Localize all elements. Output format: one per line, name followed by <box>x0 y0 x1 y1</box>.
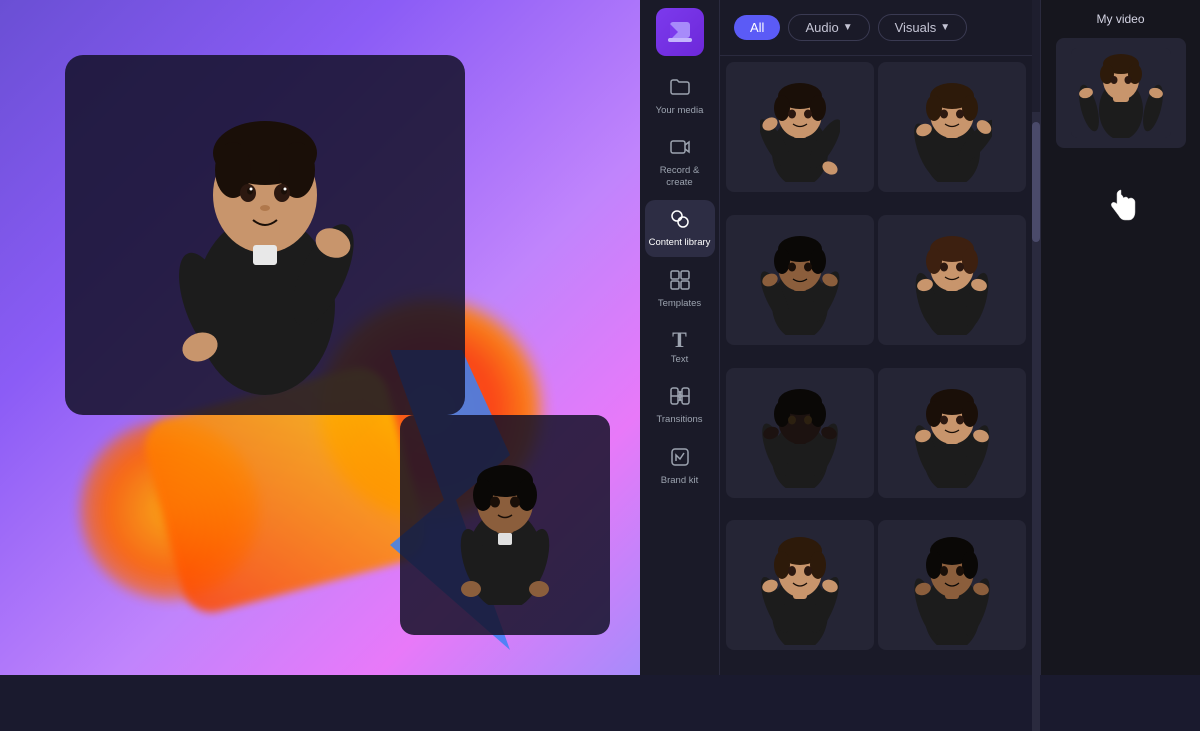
sidebar-item-transitions[interactable]: Transitions <box>645 377 715 433</box>
folder-icon <box>669 76 691 102</box>
record-create-label: Record &create <box>660 165 700 188</box>
small-avatar <box>455 445 555 605</box>
right-panel: Your media Record &create Content librar… <box>640 0 1200 675</box>
my-video-panel: My video <box>1040 0 1200 675</box>
avatar-figure-8 <box>912 525 992 645</box>
text-label: Text <box>671 354 688 365</box>
chevron-down-icon: ▼ <box>843 22 853 33</box>
text-icon: T <box>672 329 687 351</box>
video-thumb-avatar <box>1071 48 1171 138</box>
sidebar-nav: Your media Record &create Content librar… <box>640 0 720 675</box>
small-character-card <box>400 415 610 635</box>
avatar-figure-6 <box>912 378 992 488</box>
filter-visuals-button[interactable]: Visuals ▼ <box>878 14 968 41</box>
filter-all-button[interactable]: All <box>734 15 780 40</box>
transitions-label: Transitions <box>656 414 702 425</box>
chevron-down-icon: ▼ <box>940 22 950 33</box>
sidebar-item-content-library[interactable]: Content library <box>645 200 715 256</box>
avatar-thumb-5[interactable] <box>726 368 874 498</box>
logo-icon <box>666 18 694 46</box>
avatar-thumb-1[interactable] <box>726 62 874 192</box>
templates-icon <box>669 269 691 295</box>
avatar-figure-4 <box>912 225 992 335</box>
templates-label: Templates <box>658 298 701 309</box>
avatar-figure-1 <box>760 72 840 182</box>
brand-icon <box>669 446 691 472</box>
avatar-thumb-7[interactable] <box>726 520 874 650</box>
avatar-figure-5 <box>760 378 840 488</box>
video-thumbnail[interactable] <box>1056 38 1186 148</box>
content-library-icon <box>669 208 691 234</box>
my-video-label: My video <box>1096 12 1144 26</box>
sidebar-item-your-media[interactable]: Your media <box>645 68 715 124</box>
sidebar-item-text[interactable]: T Text <box>645 321 715 373</box>
sidebar-item-templates[interactable]: Templates <box>645 261 715 317</box>
sidebar-item-brand-kit[interactable]: Brand kit <box>645 438 715 494</box>
avatar-figure-2 <box>912 72 992 182</box>
sidebar-item-record-create[interactable]: Record &create <box>645 128 715 196</box>
transitions-icon <box>669 385 691 411</box>
record-icon <box>669 136 691 162</box>
cursor-hand-icon <box>1103 186 1139 227</box>
avatar-thumb-4[interactable] <box>878 215 1026 345</box>
avatar-thumb-8[interactable] <box>878 520 1026 650</box>
content-area: All Audio ▼ Visuals ▼ <box>720 0 1032 675</box>
avatar-thumb-3[interactable] <box>726 215 874 345</box>
your-media-label: Your media <box>656 105 704 116</box>
avatar-thumb-6[interactable] <box>878 368 1026 498</box>
avatar-figure-3 <box>760 225 840 335</box>
avatar-figure-7 <box>760 525 840 645</box>
brand-kit-label: Brand kit <box>661 475 699 486</box>
app-logo[interactable] <box>656 8 704 56</box>
main-character-card <box>65 55 465 415</box>
avatar-grid <box>720 56 1032 675</box>
filter-bar: All Audio ▼ Visuals ▼ <box>720 0 1032 56</box>
content-library-label: Content library <box>649 237 711 248</box>
scrollbar-thumb[interactable] <box>1032 122 1040 242</box>
hand-icon <box>1103 186 1139 222</box>
filter-audio-button[interactable]: Audio ▼ <box>788 14 869 41</box>
avatar-thumb-2[interactable] <box>878 62 1026 192</box>
main-avatar <box>165 75 365 395</box>
scrollbar-track[interactable] <box>1032 112 1040 731</box>
